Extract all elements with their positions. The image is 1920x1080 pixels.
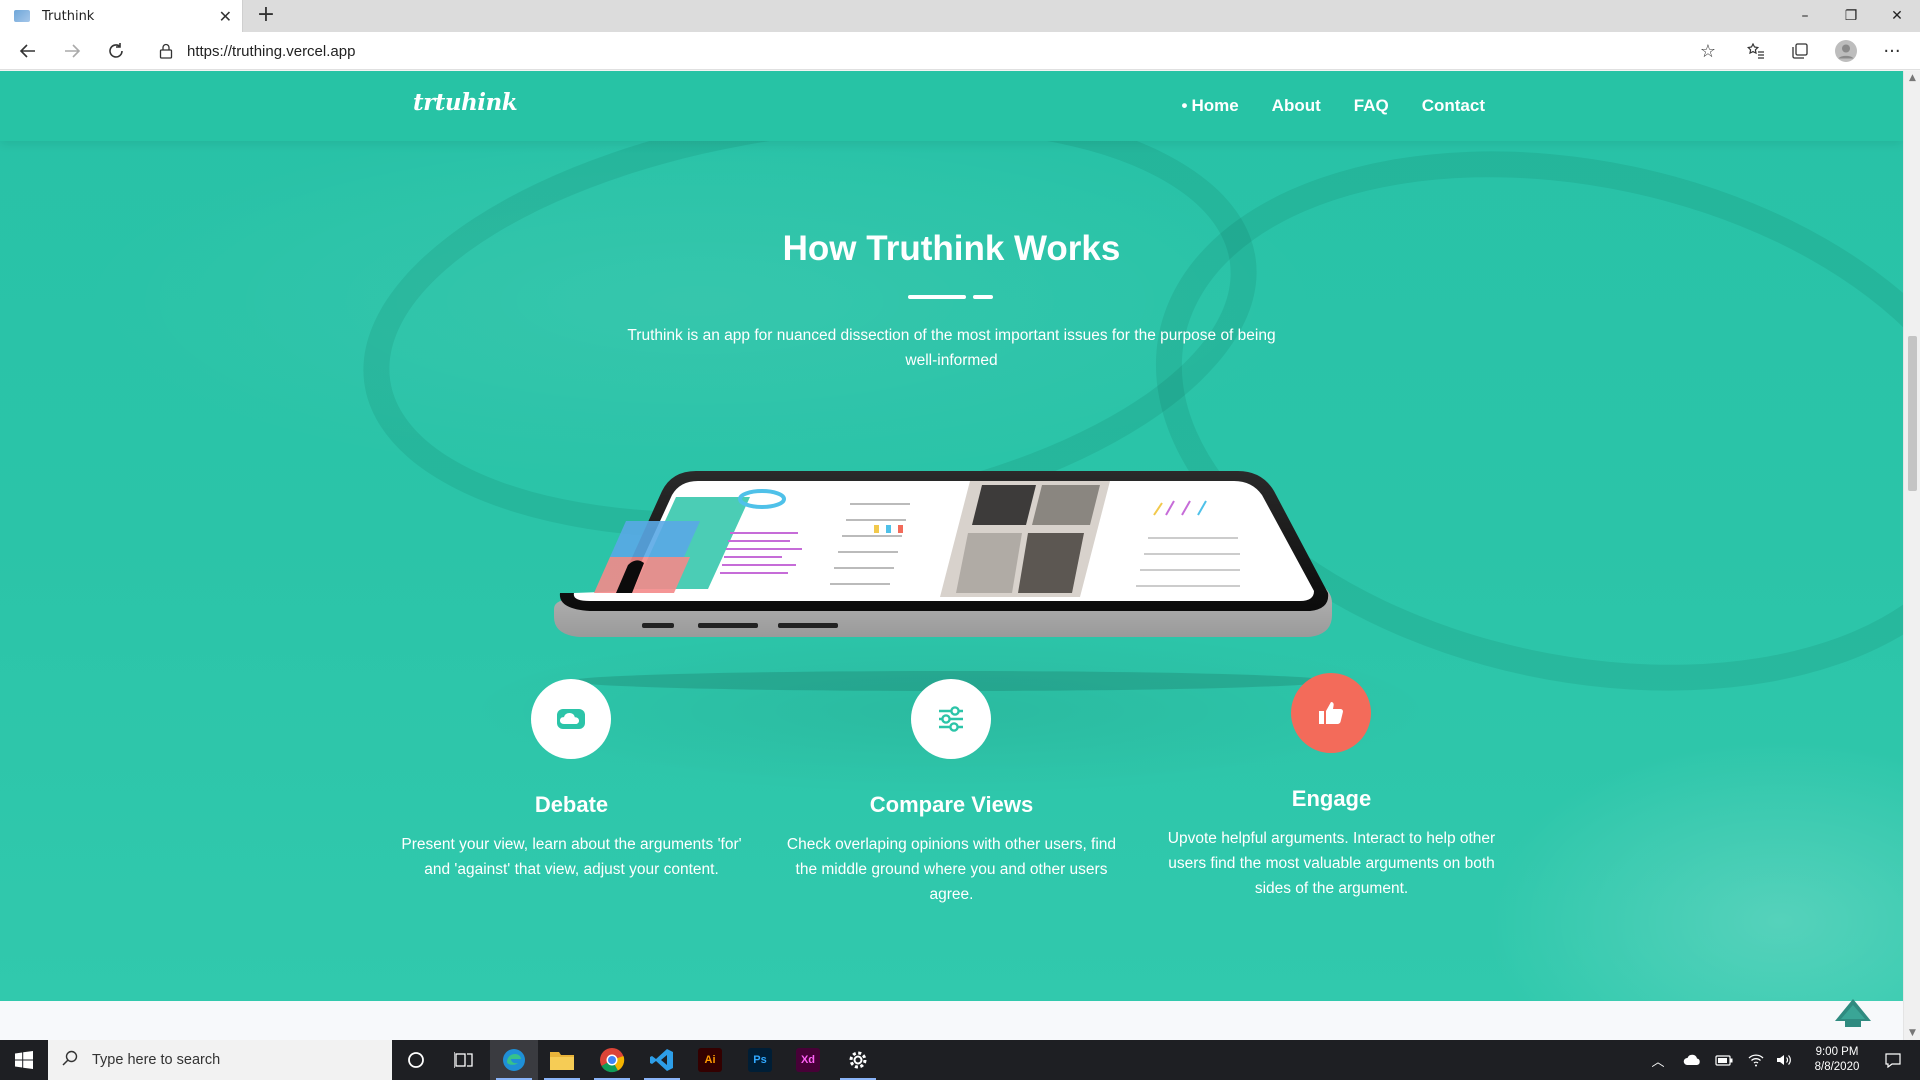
favicon-icon [14,10,30,22]
title-divider [908,295,966,299]
feature-title: Compare Views [869,792,1034,817]
battery-icon[interactable] [1710,1040,1738,1080]
section-subtitle: Truthink is an app for nuanced dissectio… [627,327,1276,369]
feature-description: Check overlaping opinions with other use… [786,836,1117,903]
notifications-icon[interactable] [1876,1040,1910,1080]
taskbar-search-box[interactable]: Type here to search [48,1040,392,1080]
system-clock[interactable]: 9:00 PM 8/8/2020 [1795,1045,1879,1075]
chrome-app-icon[interactable] [588,1040,636,1080]
page-viewport: How Truthink Works Truthink is an app fo… [0,71,1903,1040]
sliders-icon [911,679,991,759]
window-close-button[interactable]: ✕ [1874,0,1920,32]
illustrator-app-icon[interactable]: Ai [686,1040,734,1080]
tab-title: Truthink [42,8,95,24]
windows-taskbar: Type here to search Ai Ps Xd ︿ 9:00 PM 8… [0,1040,1920,1080]
scrollbar-thumb[interactable] [1908,336,1917,491]
feature-title: Debate [534,792,609,817]
feature-description: Present your view, learn about the argum… [401,836,742,878]
nav-link-faq[interactable]: FAQ [1354,96,1389,116]
cloud-icon [531,679,611,759]
nav-menu: Home About FAQ Contact [1181,71,1485,141]
photoshop-app-icon[interactable]: Ps [736,1040,784,1080]
show-hidden-icons-chevron-icon[interactable]: ︿ [1646,1040,1670,1080]
new-tab-button[interactable]: + [252,2,280,27]
phone-mockup-image [550,433,1350,693]
more-icon[interactable]: ··· [1872,32,1912,70]
scroll-to-top-button[interactable] [1833,997,1873,1029]
star-icon[interactable]: ☆ [1688,32,1728,70]
wifi-icon[interactable] [1742,1040,1770,1080]
scroll-up-arrow-icon[interactable]: ▲ [1904,73,1920,83]
profile-icon[interactable] [1826,32,1866,70]
search-icon [62,1050,78,1070]
section-title: How Truthink Works [782,229,1121,268]
collections-icon[interactable] [1780,32,1820,70]
favorites-icon[interactable] [1736,32,1776,70]
tab-bar: Truthink ✕ + – ❐ ✕ [0,0,1920,32]
search-placeholder: Type here to search [92,1052,221,1068]
nav-link-contact[interactable]: Contact [1422,96,1485,116]
lock-icon [159,43,173,59]
url-field[interactable]: https://truthing.vercel.app [145,37,1725,65]
tab-close-icon[interactable]: ✕ [219,7,232,26]
feature-title: Engage [1291,786,1372,811]
browser-tab[interactable]: Truthink ✕ [0,0,243,32]
feature-description: Upvote helpful arguments. Interact to he… [1167,830,1496,897]
url-text: https://truthing.vercel.app [187,42,356,60]
xd-app-icon[interactable]: Xd [784,1040,832,1080]
refresh-icon[interactable] [98,32,134,70]
back-icon[interactable] [10,32,46,70]
clock-time: 9:00 PM [1815,1046,1859,1058]
task-view-icon[interactable] [440,1040,488,1080]
maximize-button[interactable]: ❐ [1828,0,1874,32]
volume-icon[interactable] [1772,1040,1796,1080]
onedrive-cloud-icon[interactable] [1678,1040,1706,1080]
nav-link-about[interactable]: About [1272,96,1321,116]
minimize-button[interactable]: – [1782,0,1828,32]
address-bar: https://truthing.vercel.app ☆ ··· [0,32,1920,70]
clock-date: 8/8/2020 [1814,1061,1860,1073]
hero-section: How Truthink Works Truthink is an app fo… [0,71,1903,1001]
vscode-app-icon[interactable] [638,1040,686,1080]
cortana-icon[interactable] [392,1040,440,1080]
file-explorer-app-icon[interactable] [538,1040,586,1080]
edge-app-icon[interactable] [490,1040,538,1080]
site-navbar: trtuhink Home About FAQ Contact [0,71,1903,141]
title-divider-short [973,295,993,299]
forward-icon[interactable] [54,32,90,70]
settings-app-icon[interactable] [834,1040,882,1080]
thumbs-up-icon [1291,673,1371,753]
site-logo[interactable]: trtuhink [413,89,518,116]
nav-link-home[interactable]: Home [1181,96,1238,116]
windows-start-icon[interactable] [0,1040,48,1080]
vertical-scrollbar[interactable]: ▲ ▼ [1903,71,1920,1040]
scroll-down-arrow-icon[interactable]: ▼ [1904,1028,1920,1038]
